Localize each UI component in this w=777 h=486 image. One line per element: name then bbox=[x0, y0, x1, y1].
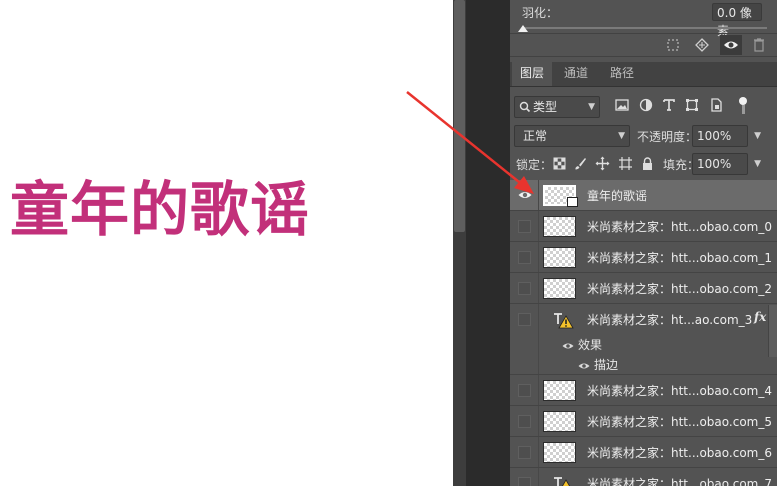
eye-icon[interactable] bbox=[578, 362, 590, 370]
layer-row[interactable]: 米尚素材之家：htt...obao.com_4 bbox=[510, 375, 777, 406]
layer-row[interactable]: 米尚素材之家：htt...obao.com_5 bbox=[510, 406, 777, 437]
select-mask-icon[interactable] bbox=[662, 35, 684, 55]
feather-label: 羽化： bbox=[522, 6, 559, 20]
chevron-down-icon: ▼ bbox=[588, 102, 595, 112]
layer-visibility-toggle[interactable] bbox=[510, 211, 539, 241]
canvas-vertical-scrollbar[interactable] bbox=[453, 0, 466, 486]
blend-mode-dropdown[interactable]: 正常 ▼ bbox=[514, 125, 630, 147]
layer-visibility-toggle[interactable] bbox=[510, 180, 539, 210]
layer-name[interactable]: 米尚素材之家：htt...obao.com_4 bbox=[587, 382, 772, 399]
layer-thumbnail[interactable] bbox=[543, 185, 578, 207]
effects-group[interactable]: 效果 bbox=[562, 336, 602, 353]
layers-list: 童年的歌谣 米尚素材之家：htt...obao.com_0 米尚素材之家：htt… bbox=[510, 180, 777, 486]
layer-thumbnail[interactable] bbox=[543, 247, 576, 268]
chevron-down-icon[interactable]: ▼ bbox=[754, 126, 761, 146]
mask-tools-row bbox=[510, 33, 777, 57]
toggle-mask-visibility-icon[interactable] bbox=[720, 35, 742, 55]
layer-name[interactable]: 童年的歌谣 bbox=[587, 187, 647, 204]
opacity-value: 100% bbox=[697, 129, 732, 143]
layer-name[interactable]: 米尚素材之家：ht...ao.com_3 bbox=[587, 311, 752, 328]
search-icon bbox=[519, 97, 531, 123]
panel-tabs: 图层 通道 路径 bbox=[510, 62, 777, 87]
layer-row[interactable]: 米尚素材之家：htt...obao.com_6 bbox=[510, 437, 777, 468]
blend-row: 正常 ▼ 不透明度： 100% ▼ bbox=[510, 124, 777, 148]
document-canvas[interactable]: 童年的歌谣 bbox=[0, 0, 453, 486]
layer-row[interactable]: 米尚素材之家：ht...ao.com_3 fx ▲ 效果 描边 bbox=[510, 304, 777, 375]
layer-thumbnail[interactable] bbox=[543, 216, 576, 237]
smart-object-filter-icon[interactable] bbox=[708, 97, 724, 113]
fill-input[interactable]: 100% ▼ bbox=[692, 153, 761, 175]
shape-layer-filter-icon[interactable] bbox=[684, 97, 700, 113]
opacity-label: 不透明度： bbox=[637, 130, 698, 144]
smart-object-icon bbox=[567, 197, 578, 207]
delete-mask-icon[interactable] bbox=[748, 35, 770, 55]
layer-visibility-toggle[interactable] bbox=[510, 468, 539, 486]
layer-visibility-toggle[interactable] bbox=[510, 406, 539, 436]
fill-value: 100% bbox=[697, 157, 732, 171]
layer-visibility-toggle[interactable] bbox=[510, 304, 539, 374]
layer-name[interactable]: 米尚素材之家：htt...obao.com_2 bbox=[587, 280, 772, 297]
layer-visibility-toggle[interactable] bbox=[510, 242, 539, 272]
lock-image-pixels-icon[interactable] bbox=[573, 156, 588, 171]
layers-scrollbar[interactable] bbox=[768, 305, 777, 357]
fx-icon[interactable]: fx bbox=[754, 310, 766, 324]
tab-layers[interactable]: 图层 bbox=[512, 62, 552, 86]
type-layer-filter-icon[interactable] bbox=[661, 97, 677, 113]
lock-row: 锁定： 填充： 100% ▼ bbox=[510, 153, 777, 175]
tab-channels[interactable]: 通道 bbox=[554, 62, 598, 86]
layer-visibility-toggle[interactable] bbox=[510, 273, 539, 303]
tab-paths[interactable]: 路径 bbox=[600, 62, 644, 86]
layer-row[interactable]: 米尚素材之家：htt...obao.com_7 bbox=[510, 468, 777, 486]
layer-row[interactable]: 米尚素材之家：htt...obao.com_1 bbox=[510, 242, 777, 273]
blend-mode-value: 正常 bbox=[523, 129, 548, 143]
layer-name[interactable]: 米尚素材之家：htt...obao.com_7 bbox=[587, 475, 772, 486]
effects-label: 效果 bbox=[578, 338, 603, 352]
layer-name[interactable]: 米尚素材之家：htt...obao.com_1 bbox=[587, 249, 772, 266]
eye-icon bbox=[518, 192, 532, 198]
layers-panel-dock: 羽化： 0.0 像素 图层 通道 路径 类型 ▼ 正常 ▼ 不透明度： 100%… bbox=[510, 0, 777, 486]
canvas-scrollbar-thumb[interactable] bbox=[454, 0, 465, 232]
feather-slider-thumb[interactable] bbox=[518, 25, 528, 32]
feather-input[interactable]: 0.0 像素 bbox=[712, 3, 762, 38]
pixel-layer-filter-icon[interactable] bbox=[614, 97, 630, 113]
layer-row[interactable]: 米尚素材之家：htt...obao.com_0 bbox=[510, 211, 777, 242]
eye-icon[interactable] bbox=[562, 342, 574, 350]
panel-gutter bbox=[466, 0, 510, 486]
layer-thumbnail[interactable] bbox=[543, 442, 576, 463]
layer-visibility-toggle[interactable] bbox=[510, 437, 539, 467]
layer-name[interactable]: 米尚素材之家：htt...obao.com_5 bbox=[587, 413, 772, 430]
feather-slider[interactable] bbox=[522, 27, 767, 29]
layer-thumbnail[interactable] bbox=[543, 380, 576, 401]
adjustment-layer-filter-icon[interactable] bbox=[638, 97, 654, 113]
layer-name[interactable]: 米尚素材之家：htt...obao.com_0 bbox=[587, 218, 772, 235]
canvas-title-text: 童年的歌谣 bbox=[10, 175, 311, 244]
chevron-down-icon[interactable]: ▼ bbox=[754, 154, 761, 174]
filter-kind-dropdown[interactable]: 类型 ▼ bbox=[514, 96, 600, 118]
apply-mask-icon[interactable] bbox=[691, 35, 713, 55]
layer-name[interactable]: 米尚素材之家：htt...obao.com_6 bbox=[587, 444, 772, 461]
effect-stroke-label: 描边 bbox=[594, 358, 619, 372]
text-layer-warning-icon bbox=[554, 313, 574, 329]
lock-artboard-icon[interactable] bbox=[618, 156, 633, 171]
chevron-down-icon: ▼ bbox=[618, 131, 625, 141]
text-layer-warning-icon bbox=[554, 477, 570, 486]
layer-thumbnail[interactable] bbox=[543, 411, 576, 432]
lock-position-icon[interactable] bbox=[595, 156, 610, 171]
layer-row[interactable]: 米尚素材之家：htt...obao.com_2 bbox=[510, 273, 777, 304]
layer-filter-row: 类型 ▼ bbox=[510, 94, 777, 120]
filter-toggle-switch[interactable] bbox=[738, 97, 748, 115]
layer-thumbnail[interactable] bbox=[543, 278, 576, 299]
layer-visibility-toggle[interactable] bbox=[510, 375, 539, 405]
layer-row[interactable]: 童年的歌谣 bbox=[510, 180, 777, 211]
effect-stroke[interactable]: 描边 bbox=[578, 356, 618, 373]
filter-kind-label: 类型 bbox=[533, 100, 558, 114]
opacity-input[interactable]: 100% ▼ bbox=[692, 125, 761, 147]
lock-label: 锁定： bbox=[516, 158, 553, 172]
lock-all-icon[interactable] bbox=[640, 156, 655, 171]
lock-transparent-pixels-icon[interactable] bbox=[552, 156, 567, 171]
